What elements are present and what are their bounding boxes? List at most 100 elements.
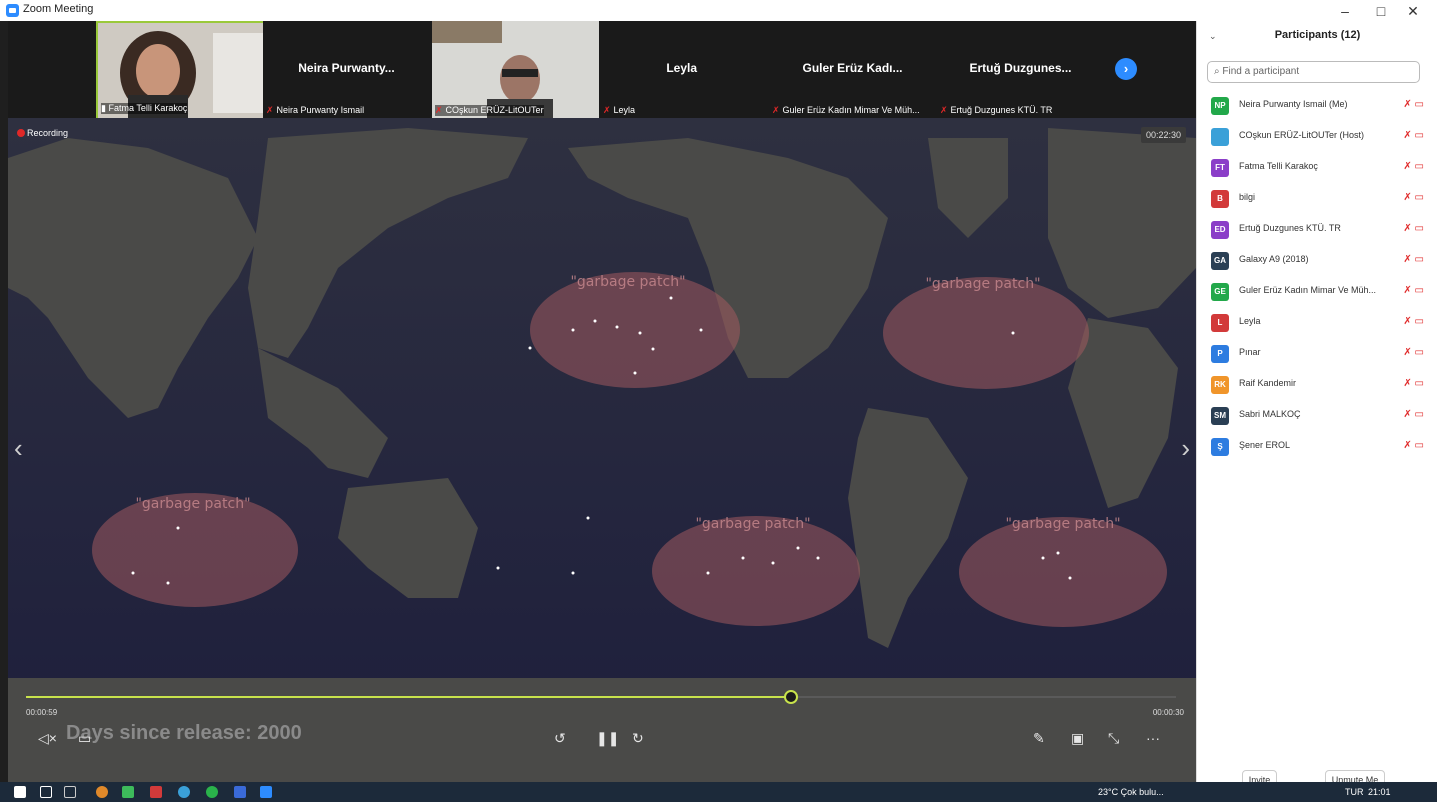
video-thumbnail[interactable]: Guler Erüz Kadı... ✗ Guler Erüz Kadın Mim… <box>769 21 936 118</box>
participant-row[interactable]: P Pınar ✗ ▭ <box>1197 339 1437 370</box>
video-thumbnail[interactable]: Leyla ✗ Leyla <box>600 21 767 118</box>
browser-icon[interactable] <box>178 786 190 798</box>
thumbnail-label: ✗ Neira Purwanty Ismail <box>266 105 365 115</box>
progress-knob[interactable] <box>783 690 798 704</box>
participant-status-icons: ✗ ▭ <box>1403 254 1424 265</box>
mic-muted-icon: ✗ <box>940 105 948 115</box>
participant-name: Raif Kandemir <box>1239 378 1297 388</box>
mic-muted-icon: ✗ <box>1403 161 1412 172</box>
participant-row[interactable]: NP Neira Purwanty Ismail (Me) ✗ ▭ <box>1197 91 1437 122</box>
start-icon[interactable] <box>14 786 26 798</box>
previous-arrow-icon[interactable]: ‹ <box>14 433 23 464</box>
avatar: Ş <box>1211 438 1229 456</box>
input-language[interactable]: TUR <box>1345 787 1364 797</box>
mic-muted-icon: ✗ <box>1403 285 1412 296</box>
minimize-button[interactable]: – <box>1330 2 1360 20</box>
world-map-video: "garbage patch" "garbage patch" "garbage… <box>8 118 1196 782</box>
search-placeholder: Find a participant <box>1222 66 1300 77</box>
mic-muted-icon: ✗ <box>1403 99 1412 110</box>
mute-icon[interactable]: ◁× <box>38 730 57 747</box>
rewind-10-icon[interactable]: ↺ <box>554 730 566 747</box>
chrome-icon[interactable] <box>96 786 108 798</box>
garbage-patch-label: "garbage patch" <box>695 516 810 532</box>
title-bar: Zoom Meeting – □ ✕ <box>0 0 1437 21</box>
next-arrow-icon[interactable]: › <box>1181 433 1190 464</box>
mic-muted-icon: ✗ <box>435 105 443 115</box>
mic-muted-icon: ✗ <box>1403 130 1412 141</box>
participant-name: Guler Erüz Kadın Mimar Ve Müh... <box>1239 285 1377 295</box>
record-icon <box>17 129 25 137</box>
mic-muted-icon: ✗ <box>1403 192 1412 203</box>
participant-row[interactable]: L Leyla ✗ ▭ <box>1197 308 1437 339</box>
thumbnail-label: ▮ Fatma Telli Karakoç <box>101 103 188 114</box>
participant-name: COşkun ERÜZ-LitOUTer (Host) <box>1239 130 1365 140</box>
participant-row[interactable]: GA Galaxy A9 (2018) ✗ ▭ <box>1197 246 1437 277</box>
pin-icon: ▮ <box>101 103 106 113</box>
participant-row[interactable]: SM Sabri MALKOÇ ✗ ▭ <box>1197 401 1437 432</box>
video-thumbnail[interactable]: Neira Purwanty... ✗ Neira Purwanty Ismail <box>263 21 430 118</box>
video-thumbnail[interactable]: Ertuğ Duzgunes... ✗ Ertuğ Duzgunes KTÜ. T… <box>937 21 1104 118</box>
participant-status-icons: ✗ ▭ <box>1403 223 1424 234</box>
video-off-icon: ▭ <box>1414 254 1424 265</box>
avatar: FT <box>1211 159 1229 177</box>
mic-muted-icon: ✗ <box>1403 254 1412 265</box>
search-icon[interactable] <box>40 786 52 798</box>
next-page-arrow-icon[interactable]: › <box>1115 58 1137 80</box>
windows-taskbar: 23°C Çok bulu... TUR 21:01 <box>0 782 1437 802</box>
participant-name: Ertuğ Duzgunes KTÜ. TR <box>1239 223 1341 233</box>
clock[interactable]: 21:01 <box>1368 787 1391 797</box>
pen-icon[interactable]: ✎ <box>1033 730 1045 747</box>
mic-muted-icon: ✗ <box>1403 378 1412 389</box>
garbage-patch-label: "garbage patch" <box>570 274 685 290</box>
weather-widget[interactable]: 23°C Çok bulu... <box>1098 787 1164 797</box>
video-off-icon: ▭ <box>1414 440 1424 451</box>
participant-status-icons: ✗ ▭ <box>1403 440 1424 451</box>
participant-status-icons: ✗ ▭ <box>1403 161 1424 172</box>
acrobat-icon[interactable] <box>150 786 162 798</box>
participant-video-image <box>432 21 599 118</box>
app-icon[interactable] <box>206 786 218 798</box>
mic-muted-icon: ✗ <box>603 105 611 115</box>
garbage-patch-label: "garbage patch" <box>1005 516 1120 532</box>
participant-row[interactable]: ED Ertuğ Duzgunes KTÜ. TR ✗ ▭ <box>1197 215 1437 246</box>
participant-status-icons: ✗ ▭ <box>1403 316 1424 327</box>
task-view-icon[interactable] <box>64 786 76 798</box>
picture-in-picture-icon[interactable]: ▣ <box>1071 730 1084 747</box>
mic-muted-icon: ✗ <box>266 105 274 115</box>
participant-row[interactable]: FT Fatma Telli Karakoç ✗ ▭ <box>1197 153 1437 184</box>
remaining-time: 00:00:30 <box>1152 708 1184 717</box>
participant-row[interactable]: Bbilgi ✗ ▭ <box>1197 184 1437 215</box>
search-icon: ⌕ <box>1214 66 1220 77</box>
captions-icon[interactable]: ▭ <box>78 730 91 747</box>
more-options-icon[interactable]: ··· <box>1146 730 1160 746</box>
avatar: NP <box>1211 97 1229 115</box>
avatar: GA <box>1211 252 1229 270</box>
video-off-icon: ▭ <box>1414 192 1424 203</box>
pause-icon[interactable]: ❚❚ <box>596 730 619 747</box>
avatar: B <box>1211 190 1229 208</box>
participant-row[interactable]: RK Raif Kandemir ✗ ▭ <box>1197 370 1437 401</box>
avatar: GE <box>1211 283 1229 301</box>
participant-row[interactable]: COşkun ERÜZ-LitOUTer (Host) ✗ ▭ <box>1197 122 1437 153</box>
thumbnail-label: ✗ COşkun ERÜZ-LitOUTer <box>435 105 544 116</box>
video-off-icon: ▭ <box>1414 409 1424 420</box>
video-thumbnail[interactable]: ✗ COşkun ERÜZ-LitOUTer <box>432 21 599 118</box>
participant-row[interactable]: Ş Şener EROL ✗ ▭ <box>1197 432 1437 463</box>
maximize-button[interactable]: □ <box>1366 2 1396 20</box>
video-progress-bar[interactable] <box>26 690 1176 704</box>
thumbnail-name: Ertuğ Duzgunes... <box>969 61 1072 75</box>
participant-name: bilgi <box>1239 192 1256 202</box>
participant-name: Galaxy A9 (2018) <box>1239 254 1309 264</box>
participant-status-icons: ✗ ▭ <box>1403 347 1424 358</box>
app-icon[interactable] <box>122 786 134 798</box>
participant-row[interactable]: GE Guler Erüz Kadın Mimar Ve Müh... ✗ ▭ <box>1197 277 1437 308</box>
participant-search-input[interactable]: ⌕ Find a participant <box>1207 61 1420 83</box>
video-thumbnail[interactable]: ▮ Fatma Telli Karakoç <box>96 21 265 120</box>
close-button[interactable]: ✕ <box>1398 2 1428 20</box>
participant-status-icons: ✗ ▭ <box>1403 285 1424 296</box>
app-icon[interactable] <box>234 786 246 798</box>
exit-fullscreen-icon[interactable]: ⤡ <box>1108 730 1119 747</box>
forward-30-icon[interactable]: ↻ <box>632 730 644 747</box>
zoom-taskbar-icon[interactable] <box>260 786 272 798</box>
participant-name: Neira Purwanty Ismail (Me) <box>1239 99 1348 109</box>
